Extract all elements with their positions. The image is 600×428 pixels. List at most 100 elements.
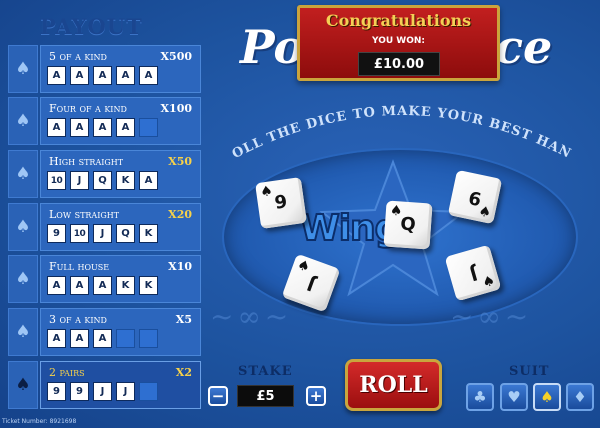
hand-name: 5 of a kind	[49, 50, 107, 63]
suit-label: SUIT	[509, 364, 550, 379]
card: A	[47, 329, 66, 348]
payout-title: PAYOUT	[40, 14, 143, 39]
hand-name: Full house	[49, 260, 110, 273]
card: J	[93, 224, 112, 243]
card: A	[47, 276, 66, 295]
card: A	[93, 329, 112, 348]
suit-spade-button[interactable]: ♠	[533, 383, 561, 411]
hand-multiplier: X10	[168, 260, 192, 273]
game-logo-right: ce	[495, 20, 553, 74]
card: 10	[47, 171, 66, 190]
card: J	[93, 382, 112, 401]
hand-multiplier: X100	[160, 102, 193, 115]
card: A	[139, 66, 158, 85]
roll-button[interactable]: ROLL	[345, 359, 442, 411]
card: K	[116, 276, 135, 295]
payout-panel: Full house X10 A A A K K	[40, 255, 201, 303]
die-value: Q	[399, 213, 417, 236]
card: 9	[70, 382, 89, 401]
card: J	[70, 171, 89, 190]
scroll-ornament-right: ~∞~	[450, 300, 533, 333]
hand-multiplier: X20	[168, 208, 192, 221]
hand-name: High straight	[49, 155, 124, 168]
diamond-icon: ♦	[573, 388, 587, 406]
payout-row-3-of-a-kind: ♠ 3 of a kind X5 A A A	[8, 308, 201, 356]
card: A	[93, 66, 112, 85]
payout-row-high-straight: ♠ High straight X50 10 J Q K A	[8, 150, 201, 198]
game-logo-left: Po	[240, 20, 305, 74]
card: A	[139, 171, 158, 190]
payout-row-5-of-a-kind: ♠ 5 of a kind X500 A A A A A	[8, 45, 201, 93]
payout-row-2-pairs: ♠ 2 pairs X2 9 9 J J	[8, 361, 201, 409]
card: K	[139, 276, 158, 295]
card-empty	[139, 118, 158, 137]
club-icon: ♣	[473, 388, 487, 406]
card: K	[139, 224, 158, 243]
spade-icon: ♠	[294, 256, 313, 277]
die-1: ♠ 9	[255, 177, 307, 229]
payout-row-four-of-a-kind: ♠ Four of a kind X100 A A A A	[8, 97, 201, 145]
die-value: J	[304, 272, 318, 295]
card: A	[116, 66, 135, 85]
hand-multiplier: X2	[175, 366, 192, 379]
hand-name: Low straight	[49, 208, 120, 221]
die-value: J	[467, 262, 480, 285]
payout-row-low-straight: ♠ Low straight X20 9 10 J Q K	[8, 203, 201, 251]
spade-icon: ♠	[8, 308, 38, 356]
card: A	[70, 276, 89, 295]
die-3: ♠ 9	[447, 169, 503, 225]
hand-multiplier: X5	[175, 313, 192, 326]
spade-icon: ♠	[540, 388, 554, 406]
hand-multiplier: X500	[160, 50, 193, 63]
card: Q	[116, 224, 135, 243]
die-2: ♠ Q	[383, 200, 433, 250]
card-empty	[139, 329, 158, 348]
spade-icon: ♠	[8, 45, 38, 93]
card: A	[47, 118, 66, 137]
payout-panel: High straight X50 10 J Q K A	[40, 150, 201, 198]
card: A	[70, 118, 89, 137]
spade-icon: ♠	[8, 150, 38, 198]
card: 10	[70, 224, 89, 243]
win-title: Congratulations	[325, 11, 472, 30]
stake-value: £5	[237, 385, 294, 407]
card: Q	[93, 171, 112, 190]
spade-icon: ♠	[8, 361, 38, 409]
card: A	[47, 66, 66, 85]
payout-row-full-house: ♠ Full house X10 A A A K K	[8, 255, 201, 303]
hand-name: Four of a kind	[49, 102, 127, 115]
stake-increase-button[interactable]: +	[306, 386, 326, 406]
hand-multiplier: X50	[168, 155, 192, 168]
card: A	[93, 276, 112, 295]
payout-panel-winning: 2 pairs X2 9 9 J J	[40, 361, 201, 409]
scroll-ornament-left: ~∞~	[210, 300, 293, 333]
heart-icon: ♥	[507, 388, 521, 406]
suit-diamond-button[interactable]: ♦	[566, 383, 594, 411]
suit-heart-button[interactable]: ♥	[500, 383, 528, 411]
payout-panel: Low straight X20 9 10 J Q K	[40, 203, 201, 251]
payout-panel: Four of a kind X100 A A A A	[40, 97, 201, 145]
spade-icon: ♠	[8, 203, 38, 251]
stake-label: STAKE	[238, 364, 293, 379]
win-banner: Congratulations YOU WON: £10.00	[297, 5, 500, 81]
payout-panel: 3 of a kind X5 A A A	[40, 308, 201, 356]
win-subtitle: YOU WON:	[372, 36, 425, 46]
card: A	[70, 66, 89, 85]
card: A	[70, 329, 89, 348]
stake-decrease-button[interactable]: −	[208, 386, 228, 406]
card: K	[116, 171, 135, 190]
die-value: 9	[273, 191, 289, 214]
card-empty	[116, 329, 135, 348]
suit-club-button[interactable]: ♣	[466, 383, 494, 411]
card: 9	[47, 224, 66, 243]
card: J	[116, 382, 135, 401]
spade-icon: ♠	[259, 183, 274, 201]
card: 9	[47, 382, 66, 401]
card: A	[93, 118, 112, 137]
spade-icon: ♠	[8, 97, 38, 145]
card: A	[116, 118, 135, 137]
win-amount: £10.00	[358, 52, 440, 76]
hand-name: 2 pairs	[49, 366, 85, 379]
payout-panel: 5 of a kind X500 A A A A A	[40, 45, 201, 93]
ticket-number: Ticket Number: 8921698	[2, 418, 77, 425]
